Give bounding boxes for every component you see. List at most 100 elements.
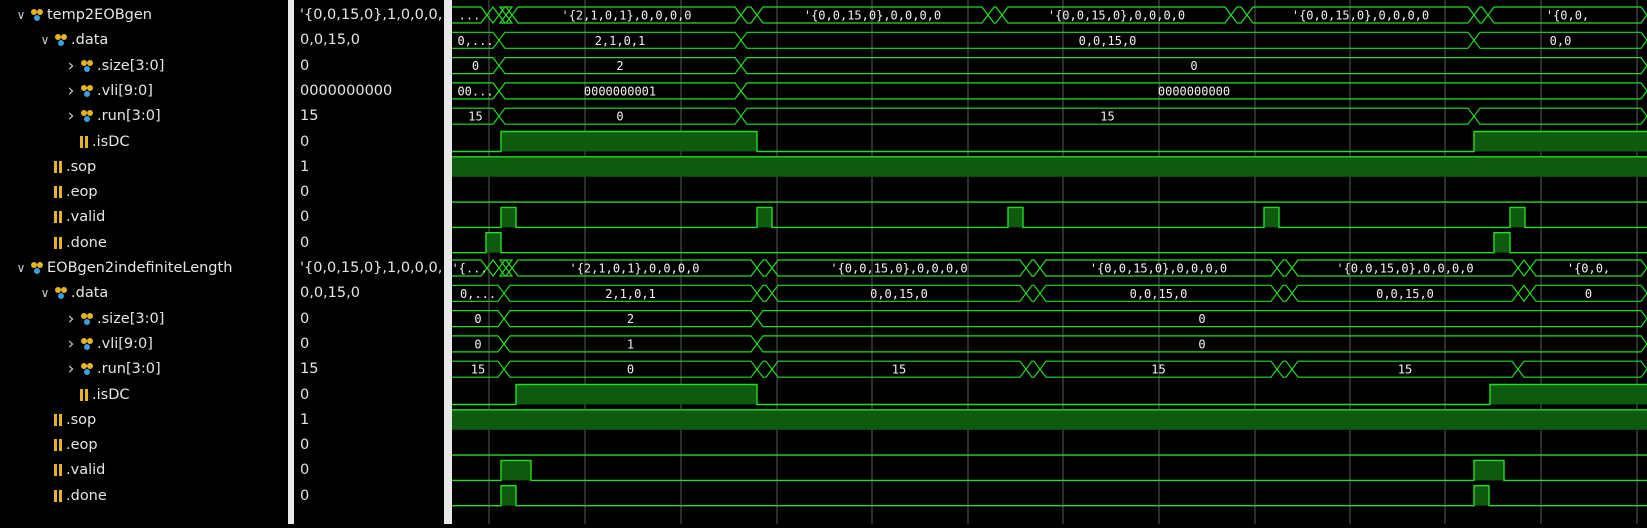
waveform-canvas[interactable]: ... '{2,1,0,1},0,0,0,0 '{0,0,15,0},0,0,0,0… bbox=[431, 0, 1647, 524]
bus-signal-icon bbox=[30, 261, 46, 275]
bus-segment[interactable] bbox=[1517, 360, 1647, 378]
signal-value: 0 bbox=[300, 310, 310, 327]
bus-signal-icon bbox=[80, 362, 96, 376]
bus-segment[interactable] bbox=[1025, 259, 1041, 277]
signal-row[interactable]: .valid bbox=[0, 204, 288, 230]
bus-value-label: 0 bbox=[474, 337, 481, 351]
bus-segment[interactable] bbox=[1025, 284, 1041, 302]
signal-row[interactable]: › .vli[9:0] bbox=[0, 78, 288, 104]
bus-value-label: 0 bbox=[627, 363, 634, 377]
signal-row[interactable]: .done bbox=[0, 483, 288, 509]
signal-row[interactable]: .isDC bbox=[0, 129, 288, 155]
chevron-down-icon[interactable]: ∨ bbox=[14, 2, 28, 28]
chevron-down-icon[interactable]: ∨ bbox=[14, 255, 28, 281]
signal-value: 0 bbox=[300, 209, 310, 226]
bit-signal-icon bbox=[54, 185, 63, 199]
bit-trace[interactable] bbox=[452, 459, 1647, 482]
high-level-fill bbox=[516, 384, 757, 405]
signal-row[interactable]: .isDC bbox=[0, 382, 288, 408]
bus-segment[interactable] bbox=[498, 6, 507, 24]
signal-row[interactable]: ∨ .data bbox=[0, 280, 288, 306]
bus-value-label: 0,0,15,0 bbox=[870, 287, 928, 301]
bus-signal-icon bbox=[80, 337, 96, 351]
bus-value-label: 0,0 bbox=[1550, 34, 1572, 48]
chevron-right-icon[interactable]: › bbox=[64, 53, 78, 79]
signal-name: .sop bbox=[66, 158, 97, 175]
bus-segment[interactable] bbox=[1276, 259, 1293, 277]
bus-value-label: '{0,0,15,0},0,0,0,0 bbox=[1292, 9, 1429, 23]
signal-row[interactable]: .eop bbox=[0, 432, 288, 458]
high-level-fill bbox=[1494, 232, 1510, 253]
signal-name: .run[3:0] bbox=[97, 361, 161, 378]
bus-segment[interactable] bbox=[504, 6, 514, 24]
signal-row[interactable]: › .vli[9:0] bbox=[0, 331, 288, 357]
signal-row[interactable]: › .run[3:0] bbox=[0, 103, 288, 129]
bus-segment[interactable] bbox=[756, 360, 773, 378]
signal-name: .isDC bbox=[92, 133, 130, 150]
signal-row[interactable]: .done bbox=[0, 230, 288, 256]
signal-value: 0 bbox=[300, 335, 310, 352]
bus-value-label: '{2,1,0,1},0,0,0,0 bbox=[569, 262, 699, 276]
bus-segment[interactable] bbox=[740, 6, 758, 24]
signal-value: 0 bbox=[300, 234, 310, 251]
bus-segment[interactable] bbox=[498, 259, 507, 277]
signal-row[interactable]: .sop bbox=[0, 154, 288, 180]
bus-value-label: '{2,1,0,1},0,0,0,0 bbox=[561, 9, 691, 23]
chevron-right-icon[interactable]: › bbox=[64, 356, 78, 382]
high-level-fill bbox=[1008, 207, 1023, 228]
bit-trace[interactable] bbox=[452, 232, 1647, 254]
signal-row[interactable]: .eop bbox=[0, 179, 288, 205]
bus-value-label: 0 bbox=[616, 110, 623, 124]
bus-value-label: 0 bbox=[1198, 312, 1205, 326]
bus-segment[interactable] bbox=[1473, 6, 1489, 24]
signal-row[interactable]: .valid bbox=[0, 457, 288, 483]
signal-row[interactable]: ∨ .data bbox=[0, 27, 288, 53]
bus-segment[interactable] bbox=[1517, 284, 1531, 303]
signal-row[interactable]: › .run[3:0] bbox=[0, 356, 288, 382]
signal-value-pane: '{0,0,15,0},1,0,0,0,0 0,0,15,0 0 0000000000… bbox=[294, 0, 444, 524]
bit-trace[interactable] bbox=[452, 485, 1647, 507]
signal-row[interactable]: ∨ EOBgen2indefiniteLength bbox=[0, 255, 288, 281]
signal-row[interactable]: .sop bbox=[0, 407, 288, 433]
signal-value: 0 bbox=[300, 133, 310, 150]
signal-name: .vli[9:0] bbox=[97, 335, 153, 352]
bus-signal-icon bbox=[80, 59, 96, 73]
bus-value-label: 2 bbox=[616, 59, 623, 73]
bus-segment[interactable] bbox=[1230, 6, 1248, 24]
bus-segment[interactable] bbox=[1025, 360, 1041, 378]
bus-segment[interactable] bbox=[987, 6, 1003, 24]
bus-segment[interactable] bbox=[756, 284, 773, 302]
bit-trace[interactable] bbox=[452, 206, 1647, 229]
high-level-fill bbox=[1474, 131, 1647, 152]
bus-segment[interactable] bbox=[756, 259, 773, 277]
chevron-right-icon[interactable]: › bbox=[64, 78, 78, 104]
bus-value-label: 0 bbox=[1585, 287, 1592, 301]
chevron-right-icon[interactable]: › bbox=[64, 103, 78, 129]
chevron-right-icon[interactable]: › bbox=[64, 331, 78, 357]
bus-segment[interactable] bbox=[1517, 259, 1531, 277]
bus-value-label: 15 bbox=[471, 363, 485, 377]
bus-value-label: 2 bbox=[627, 312, 634, 326]
bit-signal-icon bbox=[54, 160, 63, 174]
bus-segment[interactable] bbox=[1276, 360, 1293, 378]
high-level-fill bbox=[501, 460, 531, 481]
high-level-fill bbox=[1510, 207, 1525, 228]
signal-row[interactable]: › .size[3:0] bbox=[0, 53, 288, 79]
signal-row[interactable]: ∨ temp2EOBgen bbox=[0, 2, 288, 28]
signal-name: .valid bbox=[66, 209, 106, 226]
chevron-right-icon[interactable]: › bbox=[64, 306, 78, 332]
pane-splitter-right[interactable] bbox=[444, 0, 452, 524]
bus-value-label: 15 bbox=[1398, 363, 1412, 377]
bus-segment[interactable] bbox=[1276, 284, 1293, 302]
signal-row[interactable]: › .size[3:0] bbox=[0, 306, 288, 332]
bus-value-label: '{0,0,15,0},0,0,0,0 bbox=[1090, 262, 1227, 276]
bus-segment[interactable] bbox=[1473, 107, 1647, 125]
signal-value: 1 bbox=[300, 158, 310, 175]
signal-name: .vli[9:0] bbox=[97, 82, 153, 99]
chevron-down-icon[interactable]: ∨ bbox=[38, 27, 52, 53]
bit-signal-icon bbox=[54, 413, 63, 427]
waveform-pane[interactable]: ... '{2,1,0,1},0,0,0,0 '{0,0,15,0},0,0,0,0… bbox=[431, 0, 1647, 524]
chevron-down-icon[interactable]: ∨ bbox=[38, 280, 52, 306]
high-level-fill bbox=[1474, 460, 1504, 481]
bus-segment[interactable] bbox=[504, 259, 514, 277]
